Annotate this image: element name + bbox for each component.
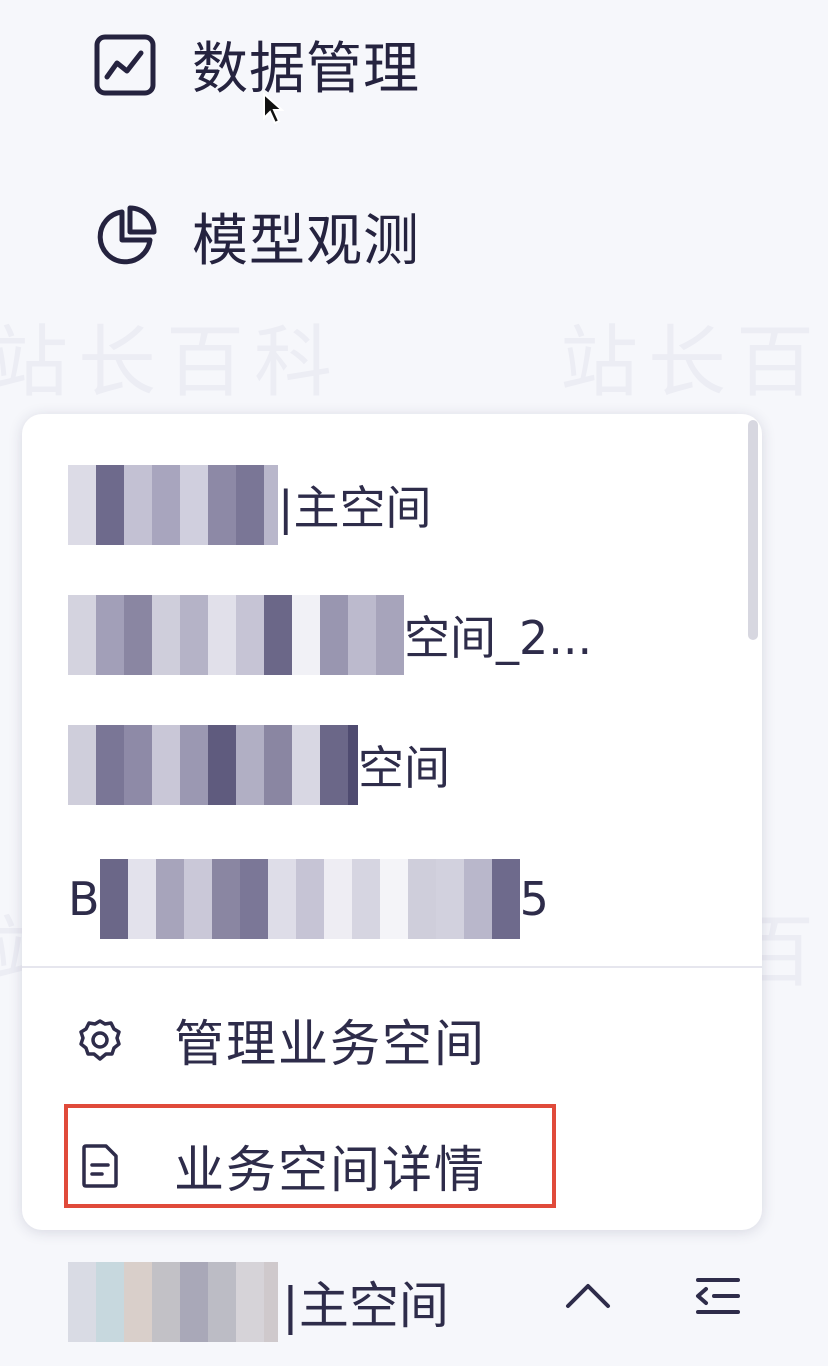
chevron-up-icon[interactable] bbox=[564, 1272, 612, 1324]
mouse-cursor-icon bbox=[262, 91, 285, 130]
action-label: 管理业务空间 bbox=[174, 1015, 486, 1073]
pie-chart-icon bbox=[92, 204, 158, 270]
collapse-sidebar-icon[interactable] bbox=[694, 1272, 742, 1324]
redacted-text bbox=[68, 1262, 278, 1342]
divider bbox=[22, 966, 762, 968]
current-workspace-selector[interactable]: |主空间 bbox=[68, 1252, 768, 1352]
current-workspace-label: |主空间 bbox=[282, 1277, 449, 1335]
scrollbar[interactable] bbox=[748, 420, 758, 640]
workspace-option-label: 空间 bbox=[358, 741, 450, 795]
workspace-option-label: |主空间 bbox=[278, 481, 432, 535]
nav-label: 模型观测 bbox=[192, 209, 420, 274]
highlight-box bbox=[64, 1104, 556, 1208]
workspace-option[interactable]: |主空间 bbox=[68, 460, 432, 550]
workspace-option-label: 空间_2... bbox=[404, 611, 593, 665]
manage-workspace-button[interactable]: 管理业务空间 bbox=[78, 1004, 486, 1076]
redacted-text bbox=[99, 859, 520, 939]
workspace-dropdown: |主空间 空间_2... 空间 B 5 管理业务空间 业务空间详情 bbox=[22, 414, 762, 1230]
redacted-text bbox=[68, 725, 358, 805]
workspace-option-label: 5 bbox=[519, 872, 549, 926]
redacted-text bbox=[68, 595, 404, 675]
redacted-text bbox=[68, 465, 278, 545]
workspace-option[interactable]: B 5 bbox=[68, 854, 549, 944]
workspace-option[interactable]: 空间_2... bbox=[68, 590, 592, 680]
workspace-option[interactable]: 空间 bbox=[68, 720, 450, 810]
workspace-option-prefix: B bbox=[68, 872, 100, 926]
nav-item-data-management[interactable]: 数据管理 bbox=[92, 24, 420, 105]
watermark: 站长百科 bbox=[0, 318, 343, 408]
nav-item-model-observation[interactable]: 模型观测 bbox=[92, 196, 420, 277]
line-chart-icon bbox=[92, 32, 158, 98]
nav-label: 数据管理 bbox=[192, 37, 420, 102]
gear-icon bbox=[78, 1018, 122, 1062]
